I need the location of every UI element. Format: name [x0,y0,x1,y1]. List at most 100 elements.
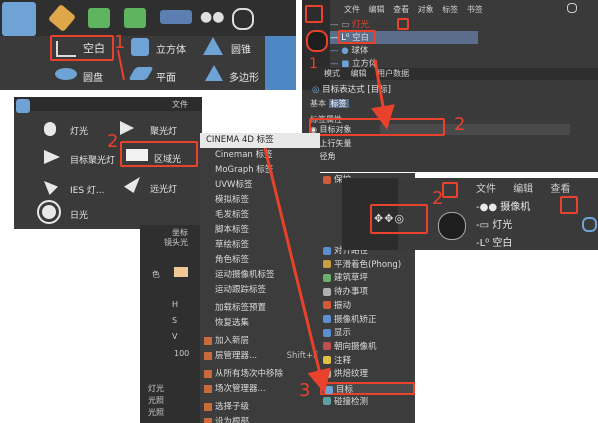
attr-menu-userdata[interactable]: 用户数据 [377,69,409,78]
submenu-item-4[interactable]: 待办事项 [320,286,415,299]
row-icon: — ▭ [330,20,350,30]
scene-edge [265,36,296,90]
context-menu-item[interactable]: MoGraph 标签 [200,163,320,178]
context-menu-item[interactable]: 草绘标签 [200,238,320,253]
ies-light-label[interactable]: IES 灯... [70,183,105,196]
submenu-arrow-icon [204,211,212,219]
submenu-item-11[interactable]: 目标 [320,382,415,395]
deformer-icon[interactable] [124,8,146,28]
sun-label[interactable]: 日光 [70,208,88,221]
cube-label[interactable]: 立方体 [156,41,186,56]
cube-tool-icon[interactable] [2,2,36,36]
color-swatch[interactable] [174,267,188,277]
context-menu-item[interactable]: 选择子级 [200,400,320,415]
tag-icon [323,315,331,323]
menu-view[interactable]: 查看 [393,5,409,14]
submenu-item-7[interactable]: 显示 [320,327,415,340]
target-spotlight-label[interactable]: 目标聚光灯 [70,153,115,166]
cam-menu-edit[interactable]: 编辑 [513,184,533,195]
submenu-item-8[interactable]: 朝向摄像机 [320,341,415,354]
submenu-arrow-icon [204,256,212,264]
attr-title: ◎ 目标表达式 [目标] [312,85,391,95]
object-attr-panel: 1 文件 编辑 查看 对象 标签 书签 — ▭ 灯光 — L⁰ 空白 — ● 球… [302,0,598,172]
context-menu-item[interactable]: 加载标签预置 [200,301,320,316]
cube-icon [131,38,149,56]
context-menu-item[interactable]: Cineman 标签 [200,148,320,163]
plane-label[interactable]: 平面 [156,69,176,84]
submenu-item-3[interactable]: 建筑草坪 [320,272,415,285]
cam-menu-view[interactable]: 查看 [550,184,570,195]
context-menu-item[interactable]: 加入新层 [200,334,320,349]
context-menu-item[interactable]: 恢复选集 [200,316,320,331]
array-icon[interactable] [160,10,192,24]
cone-icon [203,37,223,55]
object-row-null-highlight [338,30,376,44]
submenu-arrow-icon [204,196,212,204]
plane-icon [128,67,154,80]
tab-basic[interactable]: 基本 [310,99,326,108]
null-object-highlight[interactable] [50,35,114,61]
null-object-icon: -L⁰ [476,238,490,249]
cursor-tool-icon[interactable] [306,30,328,52]
context-menu-item[interactable]: 脚本标签 [200,223,320,238]
context-menu-item[interactable]: 设为根部 [200,415,320,423]
menu-edit[interactable]: 编辑 [369,5,385,14]
cone-label[interactable]: 圆锥 [231,41,251,56]
intensity-value[interactable]: 100 [174,349,189,358]
context-menu-item[interactable]: 毛发标签 [200,208,320,223]
area-light-highlight [120,141,198,167]
step-badge-1: 1 [114,32,126,53]
attr-menu-mode[interactable]: 模式 [324,69,340,78]
submenu-item-5[interactable]: 振动 [320,300,415,313]
menu-header-c4d-tags[interactable]: CINEMA 4D 标签 [200,133,320,148]
context-menu-item[interactable]: UVW标签 [200,178,320,193]
spotlight-icon [120,121,134,135]
menu-bookmarks[interactable]: 书签 [467,5,483,14]
spotlight-label[interactable]: 聚光灯 [150,124,177,137]
submenu-item-6[interactable]: 摄像机矫正 [320,314,415,327]
search-icon[interactable] [567,3,577,13]
submenu-item-12[interactable]: 碰撞检测 [320,396,415,409]
infinite-light-icon [124,177,140,193]
lights-panel: 文件 灯光 聚光灯 目标聚光灯 区域光 2 IES 灯... 远光灯 日光 [14,97,202,229]
camera-panel: ✥✥◎ 2 文件 编辑 查看 -●● 摄像机 -▭ 灯光 -L⁰ 空白 [342,178,598,250]
context-menu-item[interactable]: 运动摄像机标签 [200,268,320,283]
camera-icon[interactable]: ●● [200,9,224,25]
menu-object[interactable]: 对象 [418,5,434,14]
toolbar-top-highlight [305,5,323,23]
illum-label-2: 光照 [148,408,164,417]
submenu-arrow-icon [204,271,212,279]
target-object-highlight [309,118,445,136]
cam-menu-file[interactable]: 文件 [476,184,496,195]
step-badge-2: 2 [454,114,466,135]
v-label: V [172,332,178,341]
cam-row-null[interactable]: -L⁰ 空白 [476,234,512,249]
infinite-light-label[interactable]: 远光灯 [150,182,177,195]
context-menu-item[interactable]: 角色标签 [200,253,320,268]
light-label[interactable]: 灯光 [70,124,88,137]
cam-row-light[interactable]: -▭ 灯光 [476,216,512,231]
object-row-sphere[interactable]: — ● 球体 [330,44,478,57]
target-tag-icon[interactable] [582,217,597,232]
cam-row-camera[interactable]: -●● 摄像机 [476,198,530,213]
bulb-tool-icon[interactable] [16,99,30,113]
lights-menu-file[interactable]: 文件 [172,99,188,110]
menu-file[interactable]: 文件 [344,5,360,14]
cam-cursor-icon[interactable] [438,212,466,240]
submenu-arrow-icon [204,319,212,327]
light-icon[interactable] [232,8,254,30]
menu-tags[interactable]: 标签 [442,5,458,14]
target-spotlight-icon [44,150,60,164]
context-menu-item[interactable]: 层管理器... Shift+F [200,349,320,364]
context-menu-item[interactable]: 运动跟踪标签 [200,283,320,298]
submenu-item-2[interactable]: 平滑着色(Phong) [320,259,415,272]
polygon-label[interactable]: 多边形 [229,69,259,84]
tab-tag[interactable]: 标签 [328,99,349,108]
context-menu-item[interactable]: 模拟标签 [200,193,320,208]
attr-menu-edit[interactable]: 编辑 [351,69,367,78]
generator-icon[interactable] [88,8,110,28]
submenu-item-10[interactable]: 烘焙纹理 [320,368,415,381]
menu-item-icon [204,351,212,360]
disc-label[interactable]: 圆盘 [83,69,103,84]
submenu-item-9[interactable]: 注释 [320,355,415,368]
